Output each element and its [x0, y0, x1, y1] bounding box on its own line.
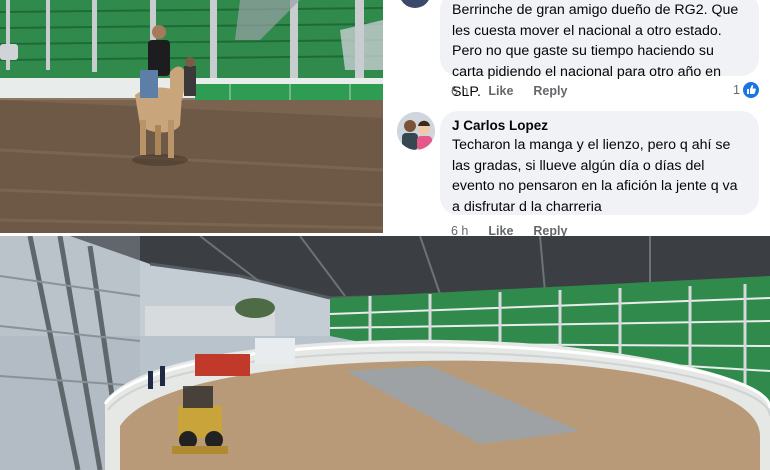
comment-text: Techaron la manga y el lienzo, pero q ah… [452, 137, 738, 215]
comment-bubble: J Carlos Lopez Techaron la manga y el li… [440, 111, 759, 215]
comment-actions: 6 h Like Reply [451, 84, 567, 98]
comment-actions: 6 h Like Reply [451, 224, 567, 236]
reaction-summary[interactable]: 1 [733, 82, 759, 98]
comment-bubble: Berrinche de gran amigo dueño de RG2. Qu… [440, 0, 759, 100]
comment-time[interactable]: 6 h [451, 224, 468, 236]
avatar[interactable] [397, 112, 435, 150]
commenter-avatar[interactable] [399, 0, 431, 8]
reply-button[interactable]: Reply [533, 224, 567, 236]
rider-photo-illustration [0, 0, 383, 233]
comment-author[interactable]: J Carlos Lopez [452, 117, 747, 135]
comment-time[interactable]: 6 h [451, 84, 468, 98]
reaction-count: 1 [733, 83, 740, 97]
like-button[interactable]: Like [488, 224, 513, 236]
comments-panel: Berrinche de gran amigo dueño de RG2. Qu… [383, 0, 770, 236]
arena-photo-illustration [0, 236, 770, 470]
reply-button[interactable]: Reply [533, 84, 567, 98]
rider-photo [0, 0, 383, 233]
thumbs-up-icon [742, 82, 759, 98]
arena-photo [0, 236, 770, 470]
like-button[interactable]: Like [488, 84, 513, 98]
